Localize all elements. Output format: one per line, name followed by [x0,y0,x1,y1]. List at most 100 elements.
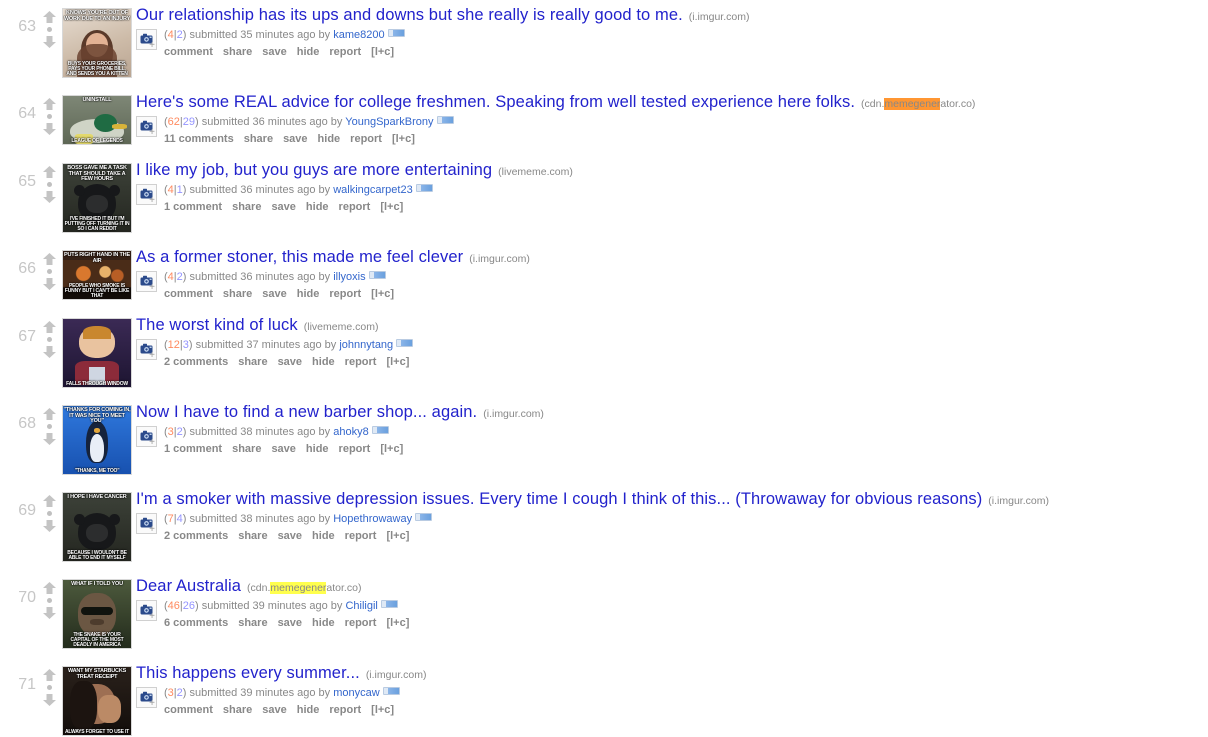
hide-button[interactable]: hide [306,443,329,455]
lplusc-button[interactable]: [l+c] [371,704,394,716]
lplusc-button[interactable]: [l+c] [371,46,394,58]
post-thumbnail[interactable]: FALLS THROUGH WINDOW [62,318,132,388]
expand-post-button[interactable]: + [136,271,157,293]
upvote-arrow-icon[interactable] [42,10,57,24]
post-author-link[interactable]: johnnytang [339,339,393,351]
post-domain[interactable]: (i.imgur.com) [366,669,427,681]
post-title-link[interactable]: Dear Australia [136,577,241,595]
lplusc-button[interactable]: [l+c] [386,530,409,542]
save-button[interactable]: save [278,617,302,629]
post-domain[interactable]: (i.imgur.com) [689,11,750,23]
upvote-arrow-icon[interactable] [42,320,57,334]
post-thumbnail[interactable]: UNINSTALL LEAGUE OF LEGENDS [62,95,132,145]
expand-post-button[interactable]: + [136,687,157,709]
comments-link[interactable]: comment [164,46,213,58]
post-domain[interactable]: (i.imgur.com) [483,408,544,420]
lplusc-button[interactable]: [l+c] [380,201,403,213]
report-button[interactable]: report [345,356,377,368]
expand-post-button[interactable]: + [136,29,157,51]
report-button[interactable]: report [329,46,361,58]
share-button[interactable]: share [223,704,252,716]
comments-link[interactable]: comment [164,704,213,716]
post-title-link[interactable]: Now I have to find a new barber shop... … [136,403,477,421]
hide-button[interactable]: hide [297,46,320,58]
post-author-link[interactable]: kame8200 [333,29,384,41]
upvote-arrow-icon[interactable] [42,165,57,179]
hide-button[interactable]: hide [306,201,329,213]
comments-link[interactable]: comment [164,288,213,300]
post-author-link[interactable]: walkingcarpet23 [333,184,413,196]
expand-post-button[interactable]: + [136,426,157,448]
post-thumbnail[interactable]: PUTS RIGHT HAND IN THE AIR PEOPLE WHO SM… [62,250,132,300]
expand-post-button[interactable]: + [136,339,157,361]
hide-button[interactable]: hide [312,356,335,368]
expand-post-button[interactable]: + [136,513,157,535]
share-button[interactable]: share [244,133,273,145]
upvote-arrow-icon[interactable] [42,407,57,421]
comments-link[interactable]: 6 comments [164,617,228,629]
hide-button[interactable]: hide [318,133,341,145]
lplusc-button[interactable]: [l+c] [386,617,409,629]
report-button[interactable]: report [350,133,382,145]
comments-link[interactable]: 2 comments [164,356,228,368]
share-button[interactable]: share [223,288,252,300]
upvote-arrow-icon[interactable] [42,494,57,508]
lplusc-button[interactable]: [l+c] [386,356,409,368]
save-button[interactable]: save [262,704,286,716]
post-author-link[interactable]: illyoxis [333,271,365,283]
comments-link[interactable]: 2 comments [164,530,228,542]
share-button[interactable]: share [232,443,261,455]
hide-button[interactable]: hide [312,530,335,542]
post-domain[interactable]: (livememe.com) [304,321,379,333]
downvote-arrow-icon[interactable] [42,519,57,533]
post-title-link[interactable]: As a former stoner, this made me feel cl… [136,248,463,266]
post-thumbnail[interactable]: I HOPE I HAVE CANCER BECAUSE I WOULDN'T … [62,492,132,562]
post-domain[interactable]: (i.imgur.com) [469,253,530,265]
comments-link[interactable]: 1 comment [164,201,222,213]
post-title-link[interactable]: Our relationship has its ups and downs b… [136,6,683,24]
save-button[interactable]: save [278,356,302,368]
downvote-arrow-icon[interactable] [42,277,57,291]
post-author-link[interactable]: monycaw [333,687,379,699]
post-thumbnail[interactable]: "THANKS FOR COMING IN, IT WAS NICE TO ME… [62,405,132,475]
expand-post-button[interactable]: + [136,600,157,622]
post-author-link[interactable]: ahoky8 [333,426,368,438]
report-button[interactable]: report [329,704,361,716]
post-domain[interactable]: (cdn.memegenerator.co) [247,582,361,594]
report-button[interactable]: report [345,530,377,542]
downvote-arrow-icon[interactable] [42,345,57,359]
share-button[interactable]: share [232,201,261,213]
share-button[interactable]: share [238,530,267,542]
hide-button[interactable]: hide [312,617,335,629]
downvote-arrow-icon[interactable] [42,693,57,707]
save-button[interactable]: save [262,46,286,58]
post-author-link[interactable]: Hopethrowaway [333,513,412,525]
post-domain[interactable]: (livememe.com) [498,166,573,178]
report-button[interactable]: report [345,617,377,629]
lplusc-button[interactable]: [l+c] [380,443,403,455]
share-button[interactable]: share [238,356,267,368]
post-title-link[interactable]: The worst kind of luck [136,316,298,334]
post-author-link[interactable]: Chiligil [345,600,377,612]
downvote-arrow-icon[interactable] [42,432,57,446]
hide-button[interactable]: hide [297,704,320,716]
save-button[interactable]: save [271,201,295,213]
post-thumbnail[interactable]: BOSS GAVE ME A TASK THAT SHOULD TAKE A F… [62,163,132,233]
post-domain[interactable]: (cdn.memegenerator.co) [861,98,975,110]
post-author-link[interactable]: YoungSparkBrony [345,116,433,128]
share-button[interactable]: share [223,46,252,58]
lplusc-button[interactable]: [l+c] [392,133,415,145]
save-button[interactable]: save [262,288,286,300]
post-thumbnail[interactable]: WANT MY STARBUCKS TREAT RECEIPT ALWAYS F… [62,666,132,736]
expand-post-button[interactable]: + [136,116,157,138]
comments-link[interactable]: 1 comment [164,443,222,455]
post-title-link[interactable]: This happens every summer... [136,664,360,682]
save-button[interactable]: save [278,530,302,542]
save-button[interactable]: save [271,443,295,455]
upvote-arrow-icon[interactable] [42,581,57,595]
upvote-arrow-icon[interactable] [42,252,57,266]
downvote-arrow-icon[interactable] [42,122,57,136]
post-domain[interactable]: (i.imgur.com) [988,495,1049,507]
report-button[interactable]: report [329,288,361,300]
save-button[interactable]: save [283,133,307,145]
